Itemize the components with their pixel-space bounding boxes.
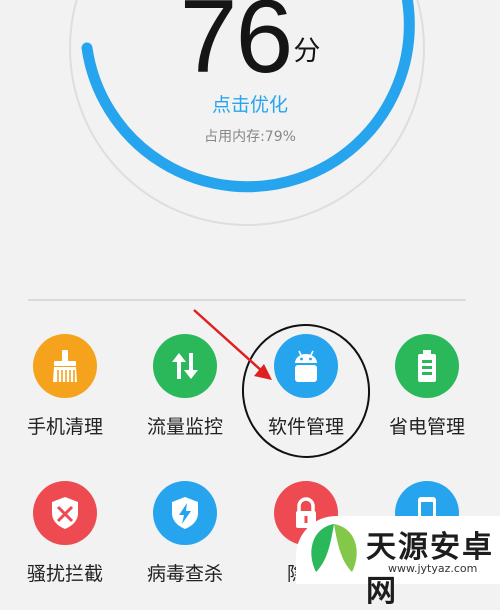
tool-app-manager[interactable]: 软件管理 xyxy=(251,334,361,439)
score-value: 76分 xyxy=(0,0,500,97)
tool-data-monitor[interactable]: 流量监控 xyxy=(130,334,240,439)
optimize-button[interactable]: 点击优化 xyxy=(0,90,500,117)
score-unit: 分 xyxy=(293,36,321,67)
up-down-arrows-icon xyxy=(153,334,217,398)
shield-lightning-icon xyxy=(153,481,217,545)
tool-label: 流量监控 xyxy=(146,416,223,438)
shield-block-icon xyxy=(33,481,97,545)
tool-label: 手机清理 xyxy=(26,416,103,438)
android-icon xyxy=(274,334,338,398)
divider xyxy=(28,299,466,301)
watermark-logo-icon xyxy=(311,524,357,572)
tool-harassment-block[interactable]: 骚扰拦截 xyxy=(10,481,120,586)
broom-icon xyxy=(33,334,97,398)
tool-power-saving[interactable]: 省电管理 xyxy=(372,334,482,439)
memory-usage: 占用内存:79% xyxy=(204,129,296,145)
tool-label: 省电管理 xyxy=(388,416,465,438)
score-number: 76 xyxy=(179,0,294,95)
tool-label: 病毒查杀 xyxy=(146,563,223,585)
watermark-url: www.jytyaz.com xyxy=(388,562,478,575)
tool-phone-clean[interactable]: 手机清理 xyxy=(10,334,120,439)
watermark: 天源安卓网 www.jytyaz.com xyxy=(296,516,500,609)
tool-virus-scan[interactable]: 病毒查杀 xyxy=(130,481,240,586)
tool-label: 软件管理 xyxy=(267,416,344,438)
battery-icon xyxy=(395,334,459,398)
tool-label: 骚扰拦截 xyxy=(26,563,103,585)
